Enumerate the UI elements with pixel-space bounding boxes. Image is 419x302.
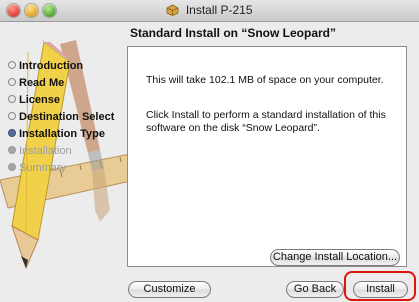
- step-current-bullet-icon: [8, 129, 16, 137]
- step-pending-bullet-icon: [8, 146, 16, 154]
- step-pending-bullet-icon: [8, 163, 16, 171]
- content-pane: This will take 102.1 MB of space on your…: [127, 46, 407, 267]
- step-summary: Summary: [8, 162, 114, 179]
- title-bar[interactable]: Install P-215: [0, 0, 419, 22]
- step-label: Introduction: [19, 60, 84, 72]
- go-back-button[interactable]: Go Back: [286, 281, 344, 298]
- change-install-location-button[interactable]: Change Install Location...: [270, 249, 400, 266]
- step-installation: Installation: [8, 145, 114, 162]
- step-label: Installation Type: [19, 128, 105, 140]
- customize-button[interactable]: Customize: [128, 281, 211, 298]
- step-label: License: [19, 94, 60, 106]
- page-title: Standard Install on “Snow Leopard”: [130, 26, 337, 40]
- step-label: Read Me: [19, 77, 65, 89]
- space-required-text: This will take 102.1 MB of space on your…: [146, 74, 384, 86]
- step-done-bullet-icon: [8, 112, 16, 120]
- window-title-group: Install P-215: [0, 3, 419, 19]
- step-done-bullet-icon: [8, 78, 16, 86]
- install-button[interactable]: Install: [353, 281, 408, 298]
- window-title: Install P-215: [185, 3, 253, 17]
- package-installer-icon: [166, 4, 179, 19]
- step-label: Summary: [19, 162, 67, 174]
- step-read-me: Read Me: [8, 77, 114, 94]
- installer-steps-list: Introduction Read Me License Destination…: [8, 60, 114, 179]
- step-done-bullet-icon: [8, 61, 16, 69]
- step-label: Installation: [19, 145, 72, 157]
- step-destination-select: Destination Select: [8, 111, 114, 128]
- step-installation-type: Installation Type: [8, 128, 114, 145]
- step-introduction: Introduction: [8, 60, 114, 77]
- step-label: Destination Select: [19, 111, 115, 123]
- step-done-bullet-icon: [8, 95, 16, 103]
- install-instructions-text: Click Install to perform a standard inst…: [146, 109, 386, 134]
- step-license: License: [8, 94, 114, 111]
- installer-window: Install P-215 Standard Install on “Snow …: [0, 0, 419, 302]
